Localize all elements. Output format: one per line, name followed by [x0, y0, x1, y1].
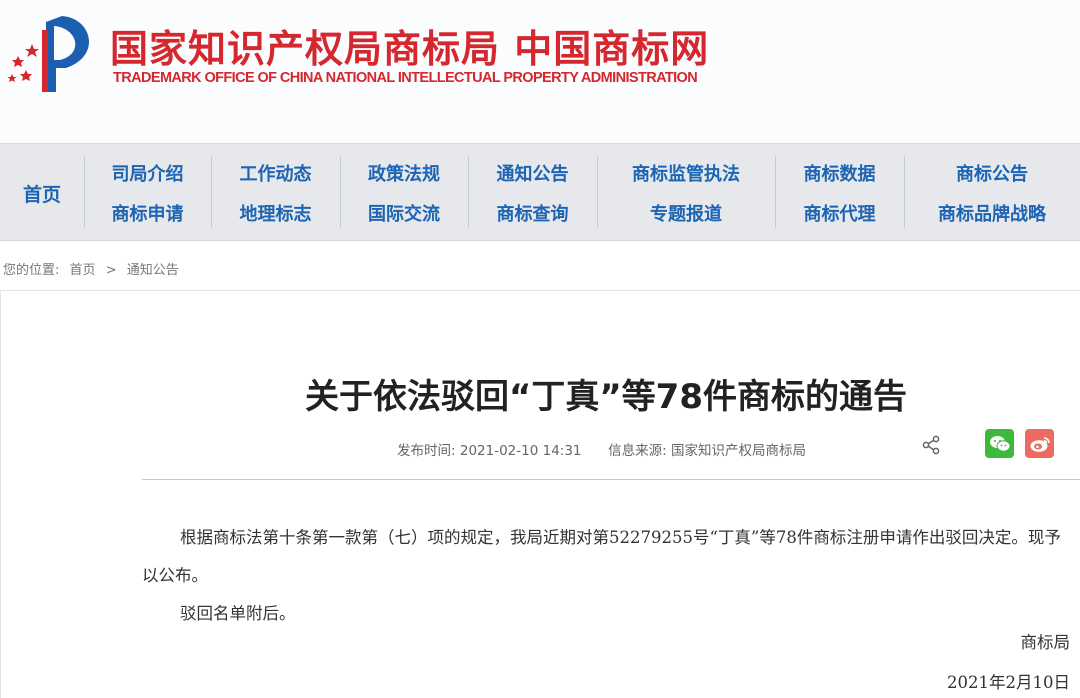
nav-item-geographic-indication[interactable]: 地理标志 [240, 200, 312, 226]
nav-item-enforcement[interactable]: 商标监管执法 [632, 160, 740, 186]
article-signer: 商标局 [1020, 633, 1071, 652]
site-title-en: TRADEMARK OFFICE OF CHINA NATIONAL INTEL… [113, 70, 698, 86]
nav-column-6: 商标数据 商标代理 [775, 144, 904, 242]
cnipa-logo-icon[interactable] [4, 12, 100, 94]
site-title-cn: 国家知识产权局商标局 中国商标网 [110, 26, 710, 71]
title-divider [142, 479, 1080, 480]
publish-time-label: 发布时间: [397, 443, 456, 459]
nav-item-special-reports[interactable]: 专题报道 [650, 200, 722, 226]
article-title: 关于依法驳回“丁真”等78件商标的通告 [304, 377, 907, 417]
nav-home[interactable]: 首页 [0, 144, 84, 242]
nav-item-trademark-gazette[interactable]: 商标公告 [956, 160, 1028, 186]
nav-item-trademark-search[interactable]: 商标查询 [497, 200, 569, 226]
breadcrumb-home[interactable]: 首页 [70, 263, 96, 278]
nav-column-5: 商标监管执法 专题报道 [597, 144, 775, 242]
nav-column-3: 政策法规 国际交流 [340, 144, 468, 242]
nav-item-policies[interactable]: 政策法规 [368, 160, 440, 186]
article-meta: 发布时间: 2021-02-10 14:31 信息来源: 国家知识产权局商标局 [397, 439, 806, 459]
wechat-share-icon[interactable] [985, 429, 1014, 458]
article-body: 根据商标法第十条第一款第（七）项的规定，我局近期对第52279255号“丁真”等… [142, 519, 1067, 633]
nav-column-2: 工作动态 地理标志 [211, 144, 340, 242]
site-header: 国家知识产权局商标局 中国商标网 TRADEMARK OFFICE OF CHI… [0, 0, 1080, 143]
nav-item-work-news[interactable]: 工作动态 [240, 160, 312, 186]
paragraph: 驳回名单附后。 [180, 604, 296, 623]
nav-item-bureau-intro[interactable]: 司局介绍 [112, 160, 184, 186]
publish-time: 2021-02-10 14:31 [459, 443, 582, 459]
nav-item-brand-strategy[interactable]: 商标品牌战略 [938, 200, 1046, 226]
article-panel: 关于依法驳回“丁真”等78件商标的通告 发布时间: 2021-02-10 14:… [0, 290, 1080, 698]
nav-item-trademark-agency[interactable]: 商标代理 [804, 200, 876, 226]
nav-column-4: 通知公告 商标查询 [468, 144, 597, 242]
nav-column-7: 商标公告 商标品牌战略 [904, 144, 1080, 242]
weibo-share-icon[interactable] [1025, 429, 1054, 458]
nav-column-1: 司局介绍 商标申请 [84, 144, 211, 242]
nav-item-trademark-data[interactable]: 商标数据 [804, 160, 876, 186]
breadcrumb: 您的位置: 首页 > 通知公告 [3, 259, 185, 278]
breadcrumb-label: 您的位置: [3, 263, 60, 278]
breadcrumb-separator: > [105, 263, 117, 278]
main-nav: 首页 司局介绍 商标申请 工作动态 地理标志 政策法规 国际交流 通知公告 商标… [0, 143, 1080, 241]
breadcrumb-current[interactable]: 通知公告 [127, 263, 179, 278]
nav-item-trademark-application[interactable]: 商标申请 [112, 200, 184, 226]
article-date: 2021年2月10日 [947, 673, 1070, 692]
paragraph: 根据商标法第十条第一款第（七）项的规定，我局近期对第52279255号“丁真”等… [142, 528, 1061, 585]
source-value: 国家知识产权局商标局 [670, 443, 806, 459]
source-label: 信息来源: [608, 443, 667, 459]
nav-item-international[interactable]: 国际交流 [368, 200, 440, 226]
share-icon[interactable] [921, 435, 941, 455]
nav-item-notices[interactable]: 通知公告 [497, 160, 569, 186]
